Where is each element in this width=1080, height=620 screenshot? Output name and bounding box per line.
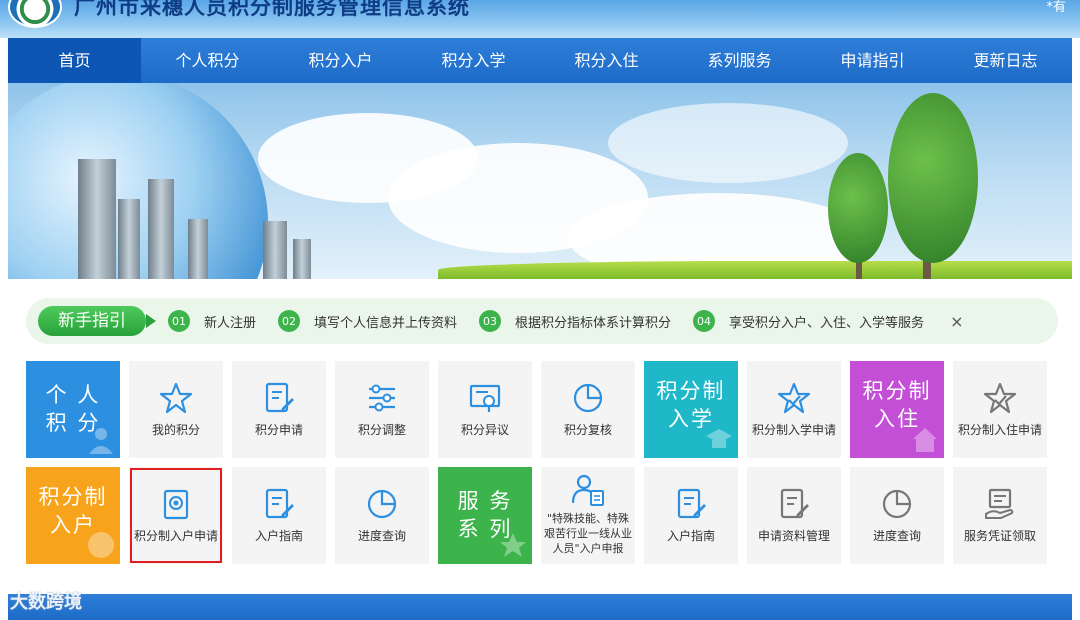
tile-points-adjust[interactable]: 积分调整 <box>335 361 429 458</box>
step-text: 填写个人信息并上传资料 <box>314 315 458 331</box>
tile-points-school[interactable]: 积分制入学 <box>644 361 738 458</box>
tile-label: 积分制入户申请 <box>133 529 218 543</box>
tile-progress-query[interactable]: 进度查询 <box>335 467 429 564</box>
site-title: 广州市来穗人员积分制服务管理信息系统 <box>74 0 470 19</box>
grass-graphic <box>438 261 1072 279</box>
edit-document-icon <box>265 488 294 519</box>
nav-item-personal-points[interactable]: 个人积分 <box>141 38 274 83</box>
edit-document-icon <box>780 488 809 519</box>
sliders-icon <box>369 384 395 412</box>
tile-points-housing[interactable]: 积分制入住 <box>850 361 944 458</box>
tile-points-apply[interactable]: 积分申请 <box>232 361 326 458</box>
guide-step: 01 新人注册 <box>168 310 256 332</box>
edit-document-icon <box>265 382 294 413</box>
pie-chart-icon <box>882 489 912 519</box>
pie-chart-icon <box>367 489 397 519</box>
tile-housing-apply[interactable]: 积分制入住申请 <box>953 361 1047 458</box>
tile-material-manage[interactable]: 申请资料管理 <box>747 467 841 564</box>
watermark: 大数跨境 <box>10 592 82 613</box>
tile-progress-query-2[interactable]: 进度查询 <box>850 467 944 564</box>
graduation-cap-icon <box>706 429 732 448</box>
step-text: 享受积分入户、入住、入学等服务 <box>729 315 925 331</box>
step-number: 04 <box>693 310 716 332</box>
tile-special-hukou[interactable]: "特殊技能、特殊艰苦行业一线从业人员"入户申报 <box>541 467 635 564</box>
star-check-icon <box>983 382 1017 414</box>
nav-item-services[interactable]: 系列服务 <box>673 38 806 83</box>
close-icon[interactable]: × <box>950 312 963 331</box>
tile-points-objection[interactable]: 积分异议 <box>438 361 532 458</box>
tile-label: 我的积分 <box>151 423 200 437</box>
tile-label: 服务凭证领取 <box>963 529 1036 543</box>
pie-chart-icon <box>573 383 603 413</box>
tile-label: 积分制入学申请 <box>751 423 836 437</box>
tile-school-apply[interactable]: 积分制入学申请 <box>747 361 841 458</box>
tile-points-hukou[interactable]: 积分制入户 <box>26 467 120 564</box>
tile-my-points[interactable]: 我的积分 <box>129 361 223 458</box>
tile-hukou-guide[interactable]: 入户指南 <box>232 467 326 564</box>
step-number: 02 <box>278 310 301 332</box>
tile-label: 进度查询 <box>357 529 406 543</box>
nav-item-changelog[interactable]: 更新日志 <box>939 38 1072 83</box>
main-nav: 首页 个人积分 积分入户 积分入学 积分入住 系列服务 申请指引 更新日志 <box>8 38 1072 83</box>
tile-points-review[interactable]: 积分复核 <box>541 361 635 458</box>
guide-title: 新手指引 <box>38 306 156 336</box>
tile-personal-points[interactable]: 个 人 积 分 <box>26 361 120 458</box>
nav-item-points-hukou[interactable]: 积分入户 <box>274 38 407 83</box>
nav-item-guide[interactable]: 申请指引 <box>806 38 939 83</box>
star-icon <box>500 533 526 557</box>
tile-label: 积分制入住申请 <box>957 423 1042 437</box>
step-text: 根据积分指标体系计算积分 <box>515 315 672 331</box>
header: 广州市来穗人员积分制服务管理信息系统 *有 <box>0 0 1080 38</box>
house-icon <box>913 428 937 452</box>
star-icon <box>159 382 193 414</box>
tile-label: 积分异议 <box>460 423 509 437</box>
edit-document-icon <box>677 488 706 519</box>
user-document-icon <box>571 474 604 506</box>
guide-step: 03 根据积分指标体系计算积分 <box>479 310 671 332</box>
nav-item-points-housing[interactable]: 积分入住 <box>540 38 673 83</box>
certificate-search-icon <box>469 384 501 412</box>
tile-service-series[interactable]: 服 务 系 列 <box>438 467 532 564</box>
beginner-guide: 新手指引 01 新人注册 02 填写个人信息并上传资料 03 根据积分指标体系计… <box>26 298 1058 344</box>
tile-hukou-apply[interactable]: 积分制入户申请 <box>129 467 223 564</box>
tile-label: 入户指南 <box>254 529 303 543</box>
tile-label: 积分调整 <box>357 423 406 437</box>
tile-label: 申请资料管理 <box>757 529 830 543</box>
hero-banner <box>8 83 1072 279</box>
user-menu[interactable]: *有 <box>1046 0 1066 15</box>
step-number: 03 <box>479 310 502 332</box>
step-text: 新人注册 <box>204 315 257 331</box>
guide-step: 04 享受积分入户、入住、入学等服务 <box>693 310 924 332</box>
tile-label: 积分申请 <box>254 423 303 437</box>
site-logo <box>8 0 62 28</box>
tile-label: 积分复核 <box>563 423 612 437</box>
tile-label: 入户指南 <box>666 529 715 543</box>
star-check-icon <box>777 382 811 414</box>
tile-label: 进度查询 <box>872 529 921 543</box>
user-icon <box>89 428 113 454</box>
nav-item-home[interactable]: 首页 <box>8 38 141 83</box>
nav-item-points-school[interactable]: 积分入学 <box>407 38 540 83</box>
tile-label: "特殊技能、特殊艰苦行业一线从业人员"入户申报 <box>544 512 632 555</box>
step-number: 01 <box>168 310 190 332</box>
guide-step: 02 填写个人信息并上传资料 <box>278 310 457 332</box>
tile-hukou-guide-2[interactable]: 入户指南 <box>644 467 738 564</box>
footer-bar <box>8 594 1072 620</box>
star-badge-icon <box>88 532 114 558</box>
tile-voucher-collect[interactable]: 服务凭证领取 <box>953 467 1047 564</box>
id-badge-icon <box>163 489 189 520</box>
voucher-hand-icon <box>985 488 1014 519</box>
